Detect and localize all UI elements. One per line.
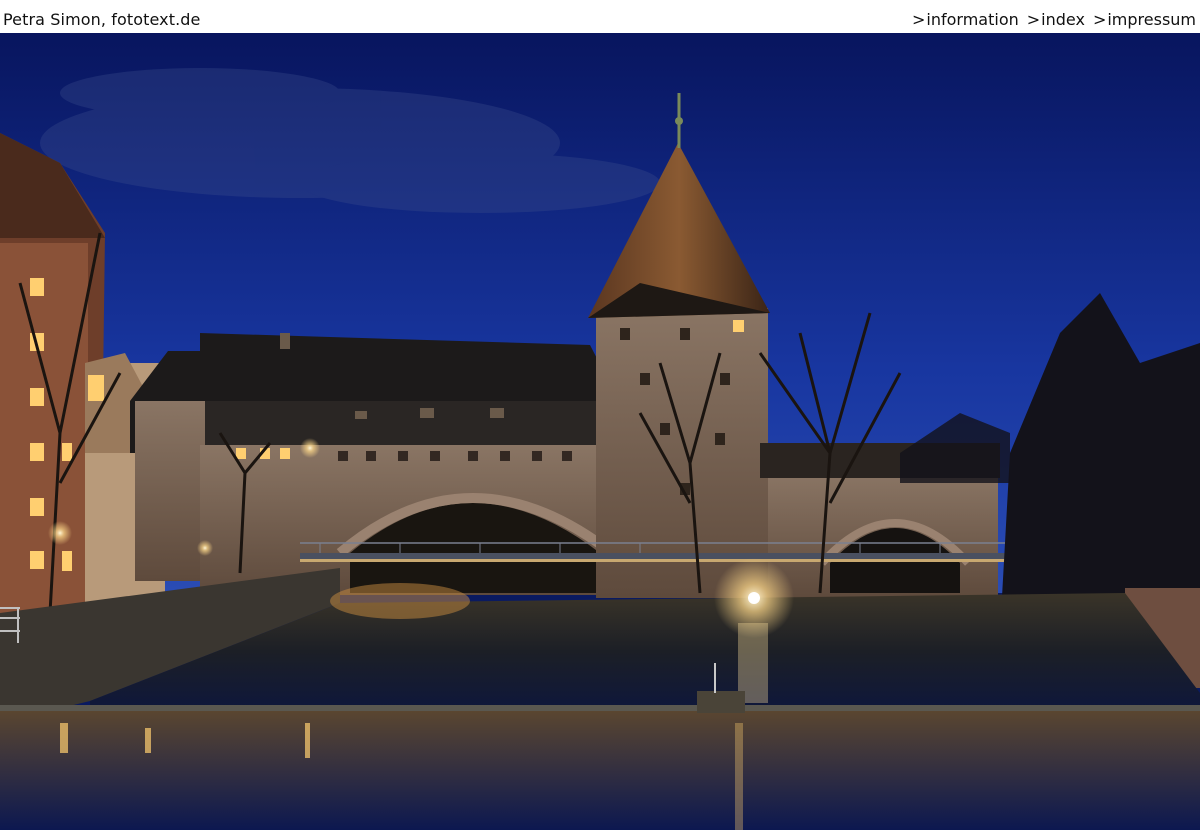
reflection-water <box>0 711 1200 830</box>
nav-arrow: > <box>912 10 926 29</box>
main-photo[interactable] <box>0 33 1200 830</box>
site-title[interactable]: Petra Simon, fototext.de <box>3 10 201 29</box>
header-bar: Petra Simon, fototext.de >information >i… <box>0 0 1200 33</box>
lamp-glow-small <box>300 438 320 458</box>
nav-label: information <box>926 10 1019 29</box>
nav-label: impressum <box>1107 10 1196 29</box>
nav-link-impressum[interactable]: >impressum <box>1093 10 1196 29</box>
nav-label: index <box>1041 10 1085 29</box>
nav-arrow: > <box>1092 10 1107 29</box>
main-nav: >information >index >impressum <box>912 10 1196 29</box>
nav-link-information[interactable]: >information <box>912 10 1019 29</box>
night-scene-illustration <box>0 33 1200 830</box>
weir <box>0 705 1200 711</box>
weir-post <box>697 691 745 713</box>
nav-link-index[interactable]: >index <box>1027 10 1085 29</box>
warm-reflection <box>330 583 470 619</box>
nav-arrow: > <box>1026 10 1041 29</box>
